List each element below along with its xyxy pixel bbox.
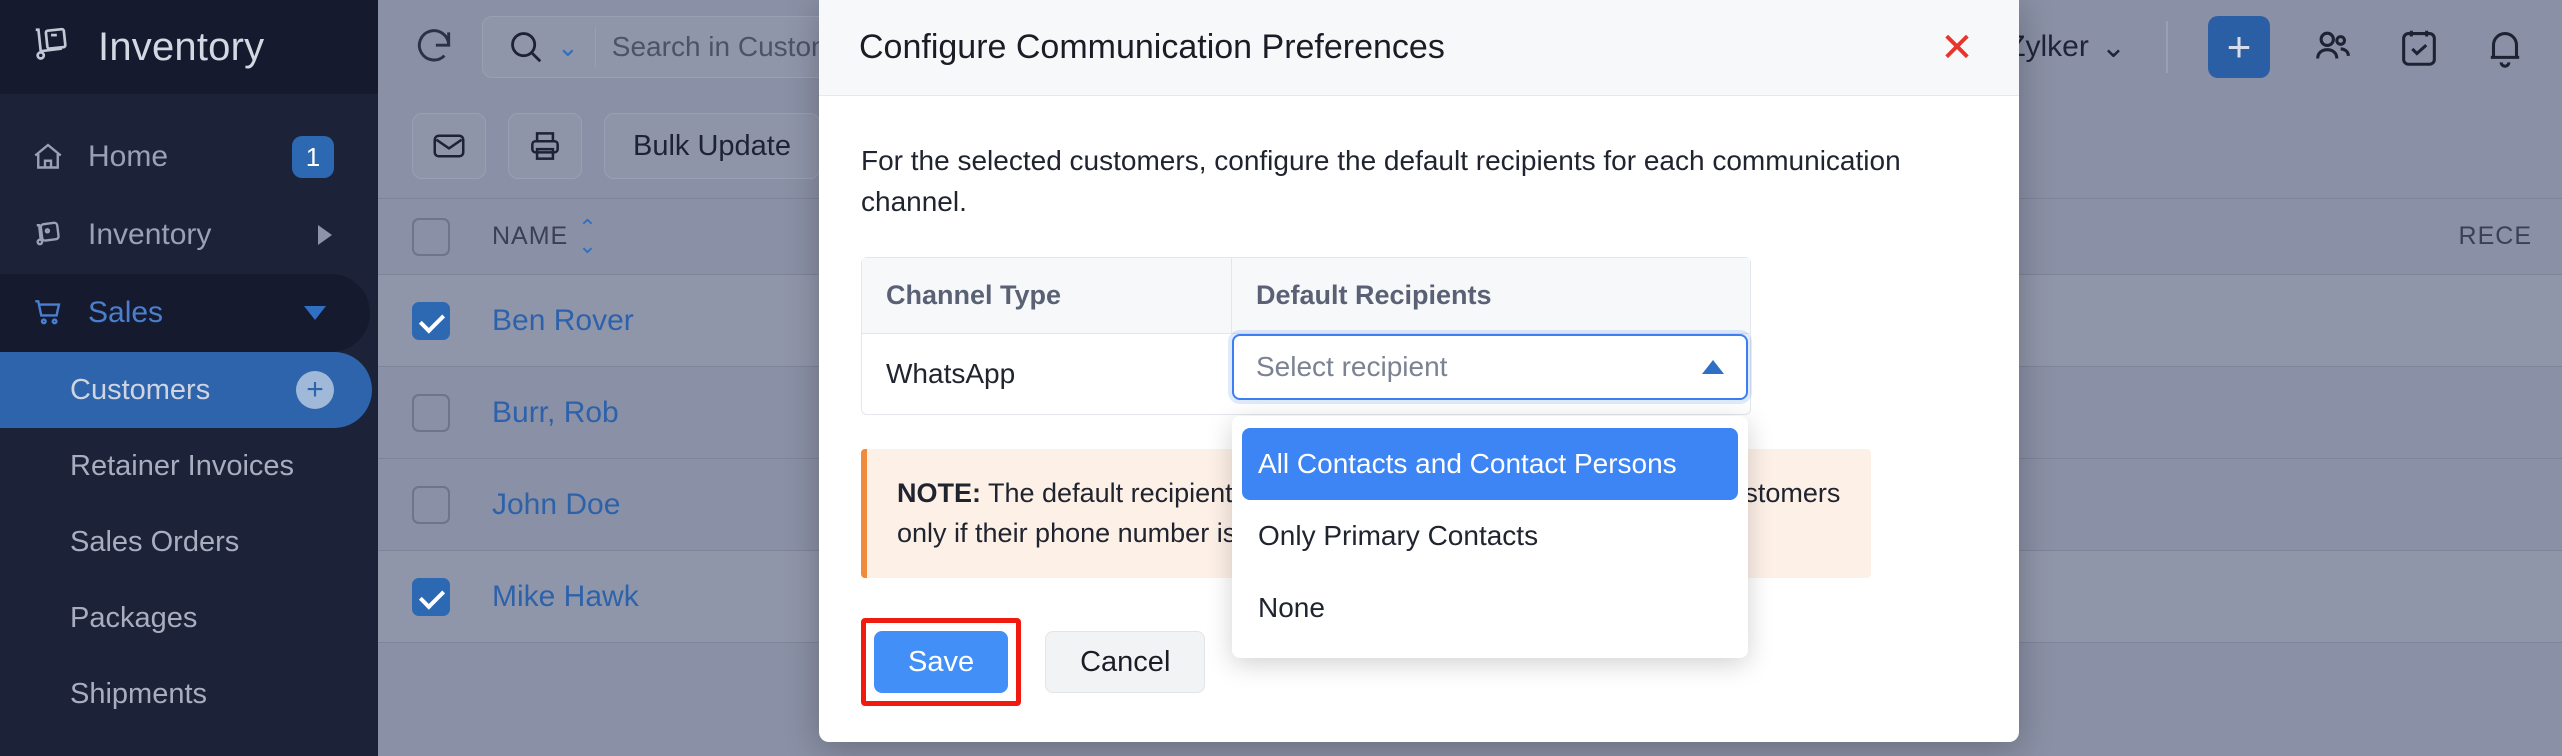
sidebar-item-label: Customers (70, 373, 211, 406)
inventory-logo-icon (35, 27, 67, 60)
row-checkbox[interactable] (412, 393, 450, 432)
sidebar-item-shipments[interactable]: Shipments (0, 656, 378, 732)
dropdown-option-none[interactable]: None (1232, 572, 1748, 644)
chevron-down-icon[interactable] (304, 306, 326, 320)
row-checkbox[interactable] (412, 485, 450, 524)
customer-name[interactable]: Ben Rover (492, 304, 634, 338)
sidebar-item-label: Shipments (70, 677, 208, 710)
sidebar-item-sales-orders[interactable]: Sales Orders (0, 504, 378, 580)
org-switcher[interactable]: Zylker ⌄ (2007, 30, 2126, 65)
sort-icon[interactable]: ⌃ ⌄ (578, 216, 597, 256)
recipient-dropdown-menu: All Contacts and Contact Persons Only Pr… (1232, 415, 1748, 658)
email-button[interactable] (412, 113, 486, 179)
sidebar-item-label: Retainer Invoices (70, 449, 295, 482)
app-root: ⌄ Search in Customers Zylker ⌄ + Bulk Up… (0, 0, 2562, 756)
tasks-icon[interactable] (2396, 24, 2442, 70)
column-header-name: NAME ⌃ ⌄ (492, 216, 598, 256)
table-header-row: Channel Type Default Recipients (862, 257, 1750, 334)
top-bar-right: Zylker ⌄ + (2007, 16, 2528, 78)
add-new-button[interactable]: + (2208, 16, 2270, 78)
chevron-right-icon[interactable] (318, 225, 332, 245)
sidebar-item-label: Sales Orders (70, 525, 240, 558)
envelope-icon (433, 134, 465, 158)
row-checkbox[interactable] (412, 301, 450, 340)
channel-preferences-table: Channel Type Default Recipients WhatsApp… (861, 256, 1751, 658)
sidebar-item-label: Home (88, 140, 169, 173)
sidebar-item-packages[interactable]: Packages (0, 580, 378, 656)
search-icon[interactable] (507, 28, 545, 66)
dialog-body: For the selected customers, configure th… (819, 96, 2019, 658)
dropdown-option-only-primary[interactable]: Only Primary Contacts (1232, 500, 1748, 572)
dialog-header: Configure Communication Preferences ✕ (819, 0, 2019, 96)
channel-type-value: WhatsApp (886, 357, 1016, 389)
recipient-select-value: Select recipient (1256, 350, 1448, 382)
status-badge: 1 (292, 136, 334, 178)
column-header-rece: RECE (2458, 222, 2532, 250)
note-prefix: NOTE: (897, 477, 981, 508)
sidebar-item-label: Inventory (88, 218, 212, 251)
chevron-down-icon[interactable]: ⌄ (557, 32, 579, 63)
sidebar-item-label: Packages (70, 601, 198, 634)
sidebar: Inventory Home 1 Inventory Sales Custome… (0, 0, 378, 756)
row-checkbox[interactable] (412, 577, 450, 616)
customer-name[interactable]: John Doe (492, 488, 620, 522)
add-icon[interactable]: + (296, 371, 334, 409)
sidebar-item-customers[interactable]: Customers + (0, 352, 372, 428)
recipient-select[interactable]: Select recipient (1232, 333, 1748, 400)
divider (2166, 21, 2168, 73)
sidebar-item-home[interactable]: Home 1 (0, 118, 378, 196)
inventory-box-icon (36, 221, 60, 246)
print-button[interactable] (508, 113, 582, 179)
recipient-select-wrapper: Select recipient All Contacts and Contac… (1232, 333, 1748, 658)
brand[interactable]: Inventory (0, 0, 378, 94)
sidebar-item-retainer-invoices[interactable]: Retainer Invoices (0, 428, 378, 504)
column-header-default-recipients: Default Recipients (1256, 279, 1492, 310)
save-button[interactable]: Save (874, 631, 1009, 693)
refresh-icon[interactable] (412, 25, 456, 69)
chevron-down-icon: ⌄ (2100, 30, 2126, 64)
column-label: NAME (492, 222, 569, 250)
save-button-highlight: Save (861, 618, 1022, 706)
home-icon (34, 143, 62, 169)
table-row: WhatsApp Select recipient All Contacts a… (862, 333, 1750, 658)
bell-icon[interactable] (2482, 24, 2528, 70)
dialog-description: For the selected customers, configure th… (861, 145, 1901, 218)
dropdown-option-all-contacts[interactable]: All Contacts and Contact Persons (1242, 427, 1738, 500)
shopping-cart-icon (35, 300, 61, 325)
sidebar-item-sales[interactable]: Sales (0, 274, 370, 352)
cancel-button[interactable]: Cancel (1045, 631, 1206, 693)
brand-title: Inventory (98, 24, 265, 69)
chevron-up-icon[interactable] (1702, 359, 1724, 374)
sidebar-item-label: Sales (88, 296, 164, 329)
column-header-channel-type: Channel Type (862, 257, 1232, 333)
configure-communication-preferences-dialog: Configure Communication Preferences ✕ Fo… (819, 0, 2019, 742)
sidebar-item-inventory[interactable]: Inventory (0, 196, 378, 274)
sidebar-nav: Home 1 Inventory Sales Customers + Retai… (0, 94, 378, 732)
contacts-icon[interactable] (2310, 24, 2356, 70)
close-icon[interactable]: ✕ (1935, 26, 1979, 70)
customer-name[interactable]: Mike Hawk (492, 580, 639, 614)
select-all-checkbox[interactable] (412, 217, 450, 256)
org-label: Zylker (2007, 30, 2089, 63)
printer-icon (531, 132, 559, 160)
dialog-footer: Save Cancel (861, 618, 1206, 706)
dialog-title: Configure Communication Preferences (859, 28, 1445, 66)
bulk-update-button[interactable]: Bulk Update (604, 113, 820, 179)
divider (594, 27, 596, 67)
customer-name[interactable]: Burr, Rob (492, 396, 619, 430)
